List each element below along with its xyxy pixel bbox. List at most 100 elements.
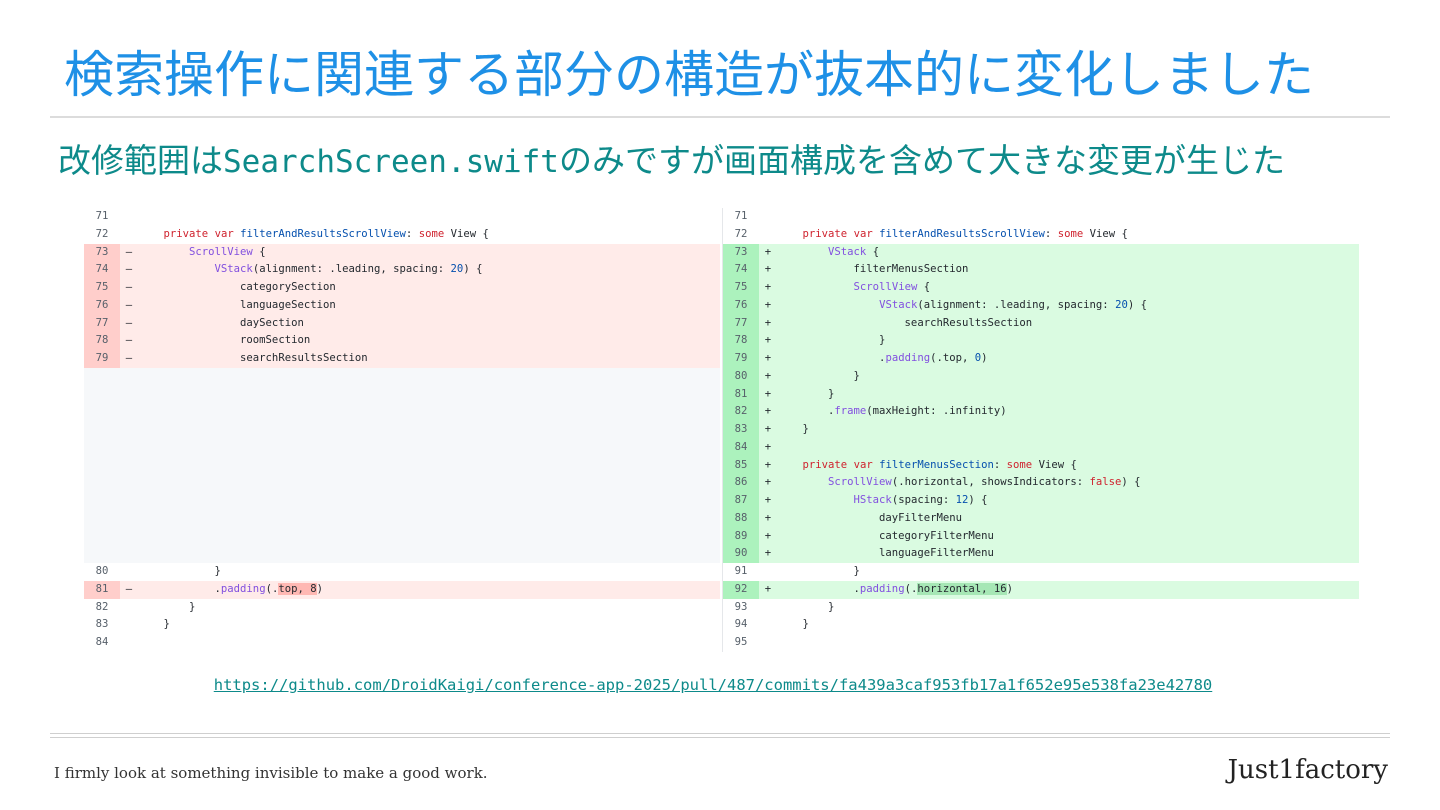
line-number[interactable]: 80 xyxy=(723,367,759,386)
left-diff-line: 74– VStack(alignment: .leading, spacing:… xyxy=(84,261,720,279)
line-number[interactable]: 84 xyxy=(723,438,759,457)
right-diff-line: 86 + ScrollView(.horizontal, showsIndicat… xyxy=(723,474,1359,492)
line-number[interactable] xyxy=(84,545,120,563)
line-number[interactable]: 80 xyxy=(84,563,120,581)
line-number[interactable] xyxy=(84,421,120,439)
line-number[interactable]: 79 xyxy=(84,350,120,368)
line-number[interactable]: 76 xyxy=(84,296,120,315)
line-number[interactable]: 75 xyxy=(84,279,120,297)
line-number[interactable]: 73 xyxy=(723,243,759,262)
code-text: .padding(.horizontal, 16) xyxy=(777,582,1014,595)
right-diff-line: 72 private var filterAndResultsScrollVie… xyxy=(723,226,1359,244)
left-diff-line xyxy=(84,545,720,563)
line-number[interactable] xyxy=(84,527,120,546)
right-diff-line: 95 xyxy=(723,634,1359,652)
line-number[interactable]: 72 xyxy=(723,226,759,244)
diff-marker: + xyxy=(764,476,772,489)
line-number[interactable]: 77 xyxy=(84,314,120,333)
left-diff-line: 75– categorySection xyxy=(84,279,720,297)
code-text: ScrollView { xyxy=(189,245,266,258)
line-number[interactable] xyxy=(84,385,120,404)
line-number[interactable]: 82 xyxy=(723,403,759,421)
line-number[interactable]: 90 xyxy=(723,545,759,563)
line-number[interactable]: 83 xyxy=(723,421,759,439)
code-text: filterMenusSection xyxy=(777,263,969,276)
line-number[interactable]: 94 xyxy=(723,616,759,634)
line-number[interactable]: 73 xyxy=(84,243,120,262)
commit-link[interactable]: https://github.com/DroidKaigi/conference… xyxy=(0,676,1426,694)
line-number[interactable]: 71 xyxy=(723,208,759,226)
line-number[interactable]: 81 xyxy=(84,580,120,599)
line-number[interactable]: 74 xyxy=(723,261,759,279)
diff-marker: – xyxy=(125,334,133,347)
diff-marker: + xyxy=(764,511,772,524)
line-number[interactable] xyxy=(84,474,120,492)
diff-marker: + xyxy=(764,352,772,364)
diff-marker xyxy=(759,563,777,581)
right-diff-line: 94 } xyxy=(723,616,1359,634)
right-diff-line: 88 + dayFilterMenu xyxy=(723,509,1359,528)
diff-marker xyxy=(120,528,138,546)
line-number[interactable]: 89 xyxy=(723,527,759,546)
line-number[interactable]: 71 xyxy=(84,208,120,226)
line-number[interactable]: 79 xyxy=(723,350,759,368)
diff-left-pane: 71 72 private var filterAndResultsScrollV… xyxy=(84,208,720,652)
diff-marker: – xyxy=(125,298,133,311)
line-number[interactable]: 95 xyxy=(723,634,759,652)
line-number[interactable]: 78 xyxy=(723,332,759,350)
right-diff-line: 77 + searchResultsSection xyxy=(723,314,1359,333)
diff-marker xyxy=(120,563,138,581)
code-text: VStack(alignment: .leading, spacing: 20)… xyxy=(214,263,483,276)
left-diff-line: 81– .padding(.top, 8) xyxy=(84,580,720,599)
diff-marker: + xyxy=(764,405,772,418)
footer-tagline: I firmly look at something invisible to … xyxy=(54,764,488,782)
diff-marker: – xyxy=(125,582,133,595)
line-number[interactable]: 86 xyxy=(723,474,759,492)
code-text: searchResultsSection xyxy=(777,316,1033,329)
code-text: ScrollView { xyxy=(853,281,931,293)
code-text: languageFilterMenu xyxy=(777,547,994,560)
line-number[interactable] xyxy=(84,492,120,510)
line-number[interactable]: 85 xyxy=(723,456,759,475)
line-number[interactable]: 74 xyxy=(84,261,120,279)
line-number[interactable]: 92 xyxy=(723,580,759,599)
line-number[interactable]: 82 xyxy=(84,599,120,617)
diff-marker xyxy=(120,545,138,563)
right-diff-line: 89 + categoryFilterMenu xyxy=(723,527,1359,546)
line-number[interactable] xyxy=(84,509,120,528)
diff-marker xyxy=(120,457,138,475)
line-number[interactable]: 93 xyxy=(723,599,759,617)
right-diff-line: 87 + HStack(spacing: 12) { xyxy=(723,492,1359,510)
line-number[interactable]: 83 xyxy=(84,616,120,634)
line-number[interactable]: 78 xyxy=(84,332,120,350)
line-number[interactable]: 84 xyxy=(84,634,120,652)
right-diff-line: 93 } xyxy=(723,599,1359,617)
line-number[interactable]: 88 xyxy=(723,509,759,528)
right-diff-line: 73 + VStack { xyxy=(723,243,1359,262)
code-text: } xyxy=(777,423,809,435)
line-number[interactable]: 76 xyxy=(723,296,759,315)
code-text: .frame(maxHeight: .infinity) xyxy=(777,405,1007,418)
line-number[interactable] xyxy=(84,403,120,421)
line-number[interactable] xyxy=(84,367,120,386)
diff-marker: + xyxy=(764,529,772,542)
right-diff-line: 91 } xyxy=(723,563,1359,581)
line-number[interactable]: 91 xyxy=(723,563,759,581)
diff-marker xyxy=(120,403,138,421)
line-number[interactable]: 75 xyxy=(723,279,759,297)
line-number[interactable]: 87 xyxy=(723,492,759,510)
line-number[interactable]: 81 xyxy=(723,385,759,404)
right-diff-line: 78 + } xyxy=(723,332,1359,350)
diff-right-pane: 71 72 private var filterAndResultsScrollV… xyxy=(722,208,1359,652)
subtitle-suffix: のみですが画面構成を含めて大きな変更が生じた xyxy=(558,141,1285,180)
line-number[interactable] xyxy=(84,456,120,475)
diff-marker: + xyxy=(764,245,772,258)
line-number[interactable]: 77 xyxy=(723,314,759,333)
line-number[interactable] xyxy=(84,438,120,457)
diff-marker xyxy=(120,492,138,510)
line-number[interactable]: 72 xyxy=(84,226,120,244)
